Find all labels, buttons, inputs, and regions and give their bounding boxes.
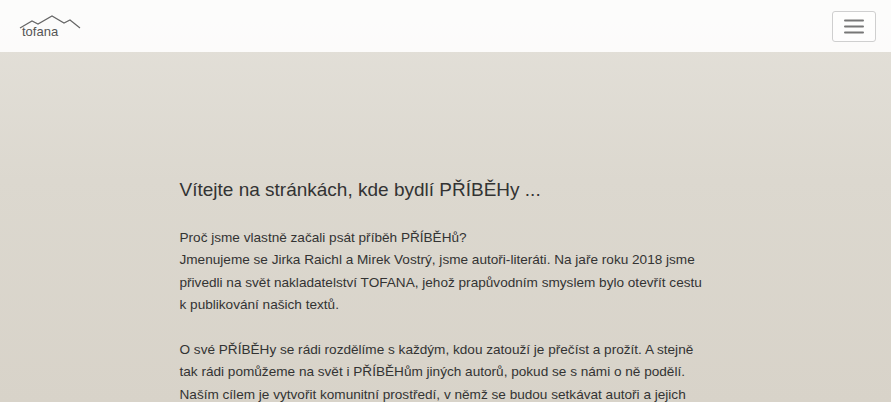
paragraph-line: O své PŘÍBĚHy se rádi rozdělíme s každým… [180, 339, 712, 402]
brand-name: tofana [18, 25, 58, 38]
hamburger-icon [844, 19, 864, 34]
brand-logo[interactable]: tofana [18, 15, 82, 38]
paragraph-line: Jmenujeme se Jirka Raichl a Mirek Vostrý… [180, 249, 712, 317]
welcome-heading: Vítejte na stránkách, kde bydlí PŘÍBĚHy … [180, 178, 712, 203]
intro-paragraph: O své PŘÍBĚHy se rádi rozdělíme s každým… [180, 339, 712, 402]
top-navbar: tofana [0, 0, 891, 52]
menu-toggle-button[interactable] [832, 11, 876, 42]
paragraph-line: Proč jsme vlastně začali psát příběh PŘÍ… [180, 227, 712, 250]
intro-paragraph: Proč jsme vlastně začali psát příběh PŘÍ… [180, 227, 712, 317]
welcome-section: Vítejte na stránkách, kde bydlí PŘÍBĚHy … [180, 52, 712, 402]
